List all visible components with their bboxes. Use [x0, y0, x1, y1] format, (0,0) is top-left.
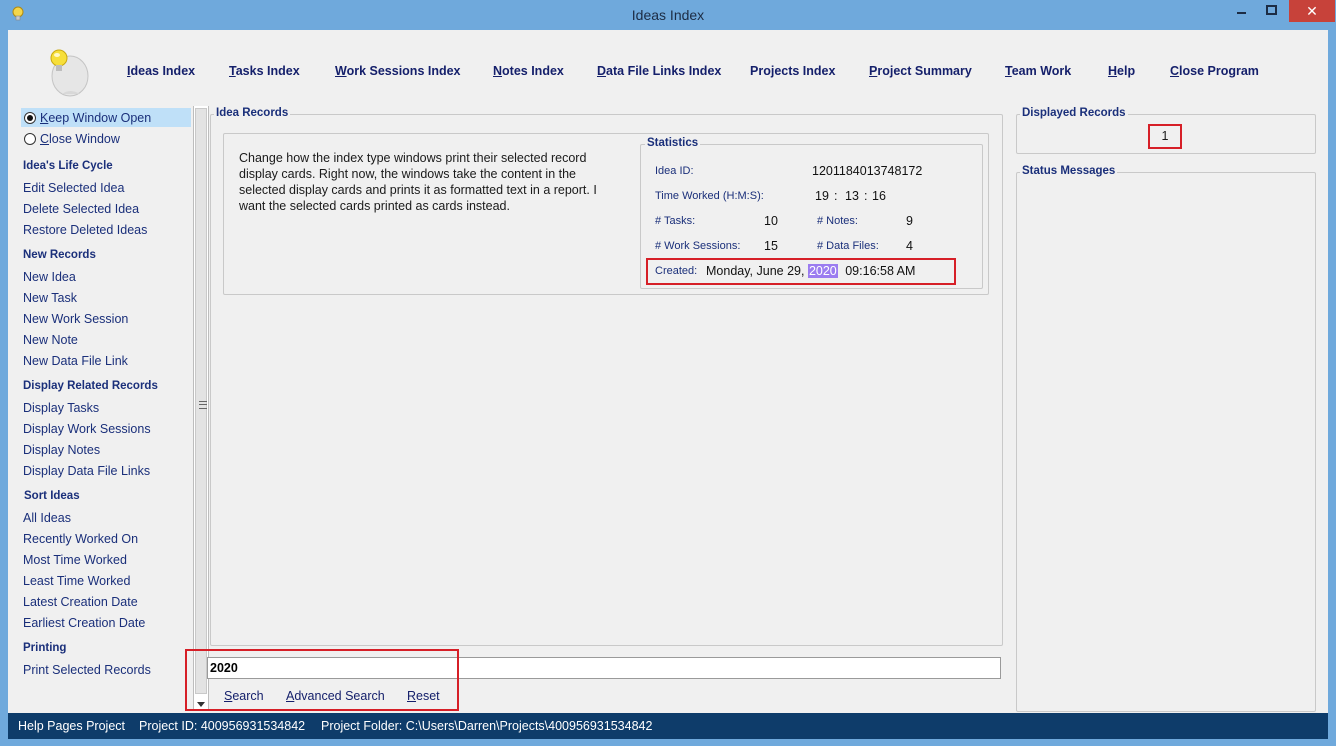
data-files-label: # Data Files:: [817, 240, 879, 252]
sidebar-item-print-selected-records[interactable]: Print Selected Records: [23, 663, 151, 677]
close-button[interactable]: ✕: [1289, 0, 1335, 22]
minimize-button[interactable]: [1227, 0, 1257, 22]
time-worked-label: Time Worked (H:M:S):: [655, 190, 764, 202]
displayed-records-label: Displayed Records: [1020, 107, 1128, 119]
sidebar-item-new-work-session[interactable]: New Work Session: [23, 312, 128, 326]
sidebar-item-recently-worked-on[interactable]: Recently Worked On: [23, 532, 138, 546]
keep-window-open-radio[interactable]: Keep Window Open: [21, 108, 191, 127]
status-messages-label: Status Messages: [1020, 165, 1118, 177]
idea-description: Change how the index type windows print …: [239, 151, 597, 213]
sidebar-item-display-notes[interactable]: Display Notes: [23, 443, 100, 457]
time-worked-hours: 19: [815, 189, 829, 203]
time-sep-2: :: [864, 189, 868, 203]
displayed-records-count: 1: [1148, 124, 1182, 149]
sidebar-item-new-data-file-link[interactable]: New Data File Link: [23, 354, 128, 368]
sidebar-item-earliest-creation-date[interactable]: Earliest Creation Date: [23, 616, 145, 630]
sidebar: Keep Window Open Close Window Idea's Lif…: [8, 106, 191, 713]
work-sessions-value: 15: [764, 239, 778, 253]
status-project-id: Project ID: 400956931534842: [139, 719, 306, 733]
nav-notes-index[interactable]: Notes Index: [493, 64, 564, 78]
notes-value: 9: [906, 214, 913, 228]
time-worked-seconds: 16: [872, 189, 886, 203]
idea-id-value: 1201184013748172: [812, 164, 923, 178]
sidebar-item-display-work-sessions[interactable]: Display Work Sessions: [23, 422, 151, 436]
sidebar-item-most-time-worked[interactable]: Most Time Worked: [23, 553, 127, 567]
sidebar-item-least-time-worked[interactable]: Least Time Worked: [23, 574, 130, 588]
work-sessions-label: # Work Sessions:: [655, 240, 741, 252]
scroll-thumb[interactable]: [195, 108, 207, 694]
sidebar-item-all-ideas[interactable]: All Ideas: [23, 511, 71, 525]
main-window: Ideas Index Tasks Index Work Sessions In…: [8, 30, 1328, 713]
nav-help[interactable]: Help: [1108, 64, 1135, 78]
status-project-name: Help Pages Project: [18, 719, 126, 733]
sidebar-item-new-idea[interactable]: New Idea: [23, 270, 76, 284]
nav-ideas-index[interactable]: Ideas Index: [127, 64, 195, 78]
section-title-sort-ideas: Sort Ideas: [24, 490, 80, 502]
sidebar-scrollbar[interactable]: [193, 106, 209, 709]
lightbulb-head-logo: [40, 44, 94, 98]
status-project-folder: Project Folder: C:\Users\Darren\Projects…: [321, 719, 653, 733]
statistics-label: Statistics: [645, 137, 701, 149]
maximize-button[interactable]: [1257, 0, 1287, 22]
window-title: Ideas Index: [631, 7, 705, 23]
nav-data-file-links-index[interactable]: Data File Links Index: [597, 64, 721, 78]
grip-icon: [199, 401, 207, 409]
nav-projects-index[interactable]: Projects Index: [750, 64, 835, 78]
sidebar-item-display-data-file-links[interactable]: Display Data File Links: [23, 464, 150, 478]
nav-close-program[interactable]: Close Program: [1170, 64, 1259, 78]
created-highlight-box: [646, 258, 956, 285]
close-window-radio[interactable]: Close Window: [21, 129, 191, 148]
sidebar-item-edit-selected-idea[interactable]: Edit Selected Idea: [23, 181, 124, 195]
section-title-printing: Printing: [23, 642, 67, 654]
title-bar[interactable]: Ideas Index ✕: [0, 0, 1336, 30]
sidebar-item-delete-selected-idea[interactable]: Delete Selected Idea: [23, 202, 139, 216]
status-messages-group: [1016, 172, 1316, 712]
search-highlight-box: [185, 649, 459, 711]
idea-id-label: Idea ID:: [655, 165, 694, 177]
idea-records-label: Idea Records: [214, 107, 291, 119]
radio-unselected-icon: [24, 133, 36, 145]
sidebar-item-restore-deleted-ideas[interactable]: Restore Deleted Ideas: [23, 223, 147, 237]
sidebar-item-display-tasks[interactable]: Display Tasks: [23, 401, 99, 415]
section-title-display-related: Display Related Records: [23, 380, 158, 392]
nav-work-sessions-index[interactable]: Work Sessions Index: [335, 64, 461, 78]
nav-tasks-index[interactable]: Tasks Index: [229, 64, 300, 78]
section-title-new-records: New Records: [23, 249, 96, 261]
notes-label: # Notes:: [817, 215, 858, 227]
section-title-life-cycle: Idea's Life Cycle: [23, 160, 113, 172]
sidebar-item-latest-creation-date[interactable]: Latest Creation Date: [23, 595, 138, 609]
tasks-label: # Tasks:: [655, 215, 696, 227]
tasks-value: 10: [764, 214, 778, 228]
close-icon: ✕: [1306, 3, 1318, 19]
time-worked-minutes: 13: [845, 189, 859, 203]
nav-project-summary[interactable]: Project Summary: [869, 64, 972, 78]
sidebar-item-new-task[interactable]: New Task: [23, 291, 77, 305]
status-bar: Help Pages Project Project ID: 400956931…: [8, 713, 1328, 739]
time-sep-1: :: [834, 189, 838, 203]
radio-selected-icon: [24, 112, 36, 124]
nav-team-work[interactable]: Team Work: [1005, 64, 1071, 78]
data-files-value: 4: [906, 239, 913, 253]
sidebar-item-new-note[interactable]: New Note: [23, 333, 78, 347]
